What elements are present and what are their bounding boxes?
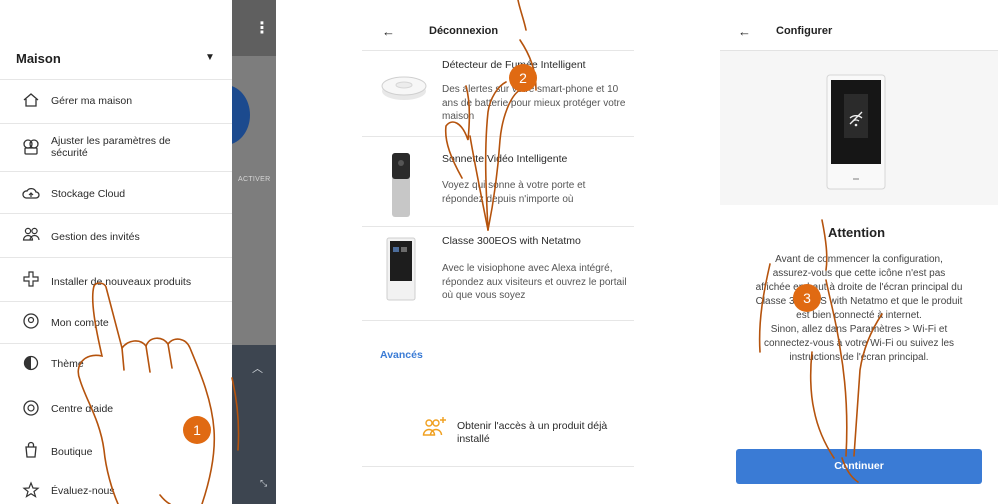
step-marker-3: 3	[793, 284, 821, 312]
pointing-hand-1	[77, 282, 216, 504]
pointing-hand-3	[758, 219, 883, 483]
hand-1-motion-line	[231, 377, 240, 451]
tutorial-hands-overlay	[77, 0, 883, 504]
pointing-hand-2	[444, 0, 537, 231]
step-marker-1: 1	[183, 416, 211, 444]
step-marker-2: 2	[509, 64, 537, 92]
